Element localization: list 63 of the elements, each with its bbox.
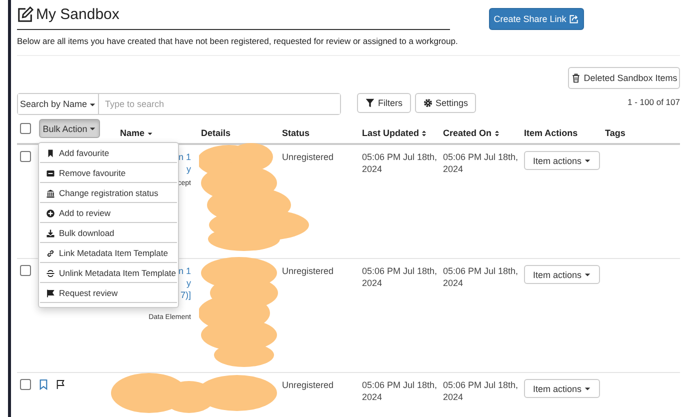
sort-icon — [494, 130, 500, 136]
caret-icon — [584, 157, 591, 164]
menu-item[interactable]: Link Metadata Item Template — [40, 244, 177, 263]
column-header: Item Actions — [524, 128, 578, 138]
pagination-info: 1 - 100 of 107 — [628, 97, 680, 107]
select-all-checkbox[interactable] — [20, 123, 31, 134]
page-description: Below are all items you have created that have not been registered, requested for review or assigned to a workgroup. — [17, 36, 459, 46]
column-header[interactable]: Created On — [443, 128, 500, 138]
menu-item[interactable]: Remove favourite — [40, 164, 177, 183]
column-header[interactable]: Name — [120, 128, 153, 138]
settings-button[interactable]: Settings — [414, 93, 476, 113]
column-header: Details — [201, 128, 231, 138]
menu-item[interactable]: Unlink Metadata Item Template — [40, 264, 177, 283]
link-icon — [46, 248, 55, 258]
last-updated-date: 05:06 PM Jul 18th, 2024 — [362, 151, 438, 175]
last-updated-date: 05:06 PM Jul 18th, 2024 — [362, 265, 438, 289]
plus-icon — [46, 208, 55, 218]
share-icon — [569, 14, 580, 24]
row-checkbox[interactable] — [20, 265, 31, 276]
caret-icon — [584, 385, 591, 392]
create-share-link-button[interactable]: Create Share Link — [489, 8, 584, 30]
created-on-date: 05:06 PM Jul 18th, 2024 — [443, 265, 520, 289]
menu-item[interactable]: Add to review — [40, 204, 177, 223]
item-actions-dropdown[interactable]: Item actions — [524, 379, 600, 398]
status-text: Unregistered — [282, 151, 334, 163]
bulk-action-button[interactable]: Bulk Action — [39, 119, 100, 138]
item-actions-dropdown[interactable]: Item actions — [524, 265, 600, 284]
caret-icon — [584, 271, 591, 278]
flag-icon — [46, 288, 55, 298]
minus-icon — [46, 168, 55, 178]
column-header: Status — [282, 128, 310, 138]
deleted-sandbox-items-button[interactable]: Deleted Sandbox Items — [568, 67, 680, 89]
column-header[interactable]: Last Updated — [362, 128, 428, 138]
last-updated-date: 05:06 PM Jul 18th, 2024 — [362, 379, 438, 403]
bank-icon — [46, 188, 55, 198]
search-mode-dropdown[interactable]: Search by Name — [18, 94, 99, 114]
filter-icon — [365, 98, 375, 108]
sort-icon — [421, 130, 428, 136]
row-checkbox[interactable] — [20, 151, 31, 162]
edit-icon — [17, 6, 34, 23]
caret-icon — [89, 100, 96, 108]
bookmark-icon[interactable] — [39, 379, 48, 390]
settings-icon — [422, 98, 432, 108]
bookmark-icon — [46, 148, 55, 158]
created-on-date: 05:06 PM Jul 18th, 2024 — [443, 151, 520, 175]
trash-icon — [570, 73, 581, 83]
status-text: Unregistered — [282, 379, 334, 391]
status-text: Unregistered — [282, 265, 334, 277]
column-header: Tags — [605, 128, 626, 138]
flag-icon[interactable] — [56, 379, 65, 390]
menu-item[interactable]: Add favourite — [40, 144, 177, 163]
download-icon — [46, 228, 55, 238]
filters-button[interactable]: Filters — [357, 93, 410, 113]
created-on-date: 05:06 PM Jul 18th, 2024 — [443, 379, 520, 403]
menu-item[interactable]: Request review — [40, 284, 177, 303]
caret-icon — [89, 125, 96, 132]
page-title: My Sandbox — [36, 6, 120, 23]
menu-item[interactable]: Change registration status — [40, 184, 177, 203]
item-actions-dropdown[interactable]: Item actions — [524, 151, 600, 170]
menu-item[interactable]: Bulk download — [40, 224, 177, 243]
row-checkbox[interactable] — [20, 379, 31, 390]
unlink-icon — [46, 268, 55, 278]
search-field[interactable]: Search by Name Type to search — [17, 93, 341, 115]
